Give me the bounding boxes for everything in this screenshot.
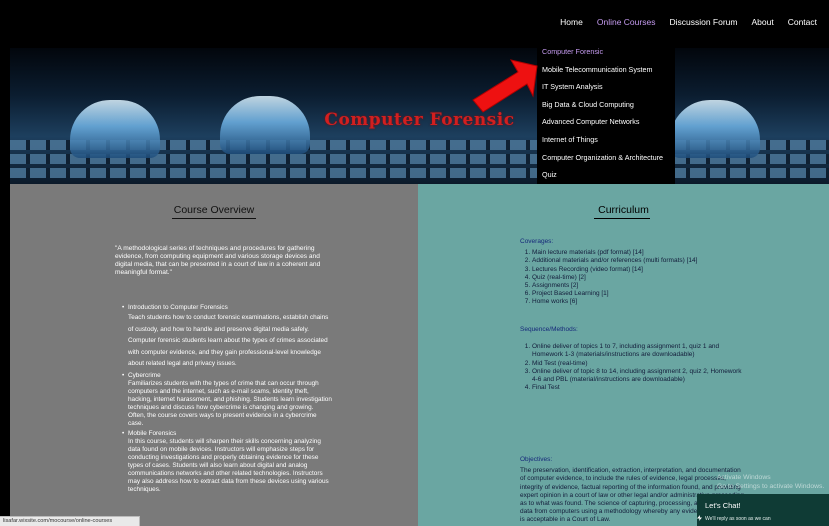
dropdown-item-mobile-telecom[interactable]: Mobile Telecommunication System xyxy=(537,61,675,79)
nav-about[interactable]: About xyxy=(751,17,773,27)
curriculum-heading: Curriculum xyxy=(598,204,649,216)
list-item: Lectures Recording (video format) [14] xyxy=(532,266,745,274)
banner-title: Computer Forensic xyxy=(324,110,515,130)
overview-list: Introduction to Computer Forensics Teach… xyxy=(122,304,332,496)
list-item-desc: Teach students how to conduct forensic e… xyxy=(128,314,329,368)
watermark-line: Activate Windows xyxy=(717,474,771,481)
lightning-icon xyxy=(697,515,702,521)
list-item: Main lecture materials (pdf format) [14] xyxy=(532,249,745,257)
sequence-list: Online deliver of topics 1 to 7, includi… xyxy=(520,343,745,392)
chat-widget[interactable]: Let's Chat! We'll reply as soon as we ca… xyxy=(697,494,829,526)
list-item: Home works [6] xyxy=(532,298,745,306)
objectives-label: Objectives: xyxy=(520,456,553,463)
coverages-label: Coverages: xyxy=(520,238,554,245)
course-overview-section: Course Overview "A methodological series… xyxy=(10,184,418,526)
list-item: Project Based Learning [1] xyxy=(532,290,745,298)
keyboard-row xyxy=(10,168,829,178)
list-item-desc: In this course, students will sharpen th… xyxy=(128,437,329,493)
courses-dropdown: Computer Forensic Mobile Telecommunicati… xyxy=(537,41,675,185)
list-item-title: Cybercrime xyxy=(128,371,161,379)
sequence-label: Sequence/Methods: xyxy=(520,326,578,333)
list-item: Assignments [2] xyxy=(532,282,745,290)
heading-underline xyxy=(172,218,256,219)
list-item: Quiz (real-time) [2] xyxy=(532,274,745,282)
dropdown-item-iot[interactable]: Internet of Things xyxy=(537,131,675,149)
dropdown-item-computer-forensic[interactable]: Computer Forensic xyxy=(537,43,675,61)
nav-home[interactable]: Home xyxy=(560,17,583,27)
chat-title: Let's Chat! xyxy=(705,501,741,510)
dropdown-item-quiz[interactable]: Quiz xyxy=(537,166,675,184)
overview-quote: "A methodological series of techniques a… xyxy=(115,245,321,276)
list-item: Cybercrime Familiarizes students with th… xyxy=(122,372,332,428)
dropdown-item-big-data[interactable]: Big Data & Cloud Computing xyxy=(537,96,675,114)
dropdown-item-computer-organization[interactable]: Computer Organization & Architecture xyxy=(537,149,675,167)
list-item: Final Test xyxy=(532,384,745,392)
coverages-block: Coverages: Main lecture materials (pdf f… xyxy=(520,238,745,307)
list-item-title: Mobile Forensics xyxy=(128,429,177,437)
header-bar: Home Online Courses Discussion Forum Abo… xyxy=(0,0,829,48)
list-item: Introduction to Computer Forensics Teach… xyxy=(122,304,332,370)
course-overview-heading: Course Overview xyxy=(173,204,255,216)
page: Home Online Courses Discussion Forum Abo… xyxy=(0,0,829,526)
nav-online-courses[interactable]: Online Courses xyxy=(597,17,656,27)
red-arrow-icon xyxy=(472,59,538,113)
status-bar-url: lisafar.wixsite.com/mocourse/online-cour… xyxy=(0,516,140,526)
list-item: Additional materials and/or references (… xyxy=(532,257,745,265)
activate-windows-watermark: Activate Windows Go to Settings to activ… xyxy=(717,474,824,491)
nav-discussion-forum[interactable]: Discussion Forum xyxy=(669,17,737,27)
watermark-line: Go to Settings to activate Windows. xyxy=(717,482,825,490)
dropdown-item-advanced-networks[interactable]: Advanced Computer Networks xyxy=(537,113,675,131)
list-item: Online deliver of topic 8 to 14, includi… xyxy=(532,368,745,384)
heading-underline xyxy=(594,218,650,219)
hero-banner: Computer Forensic xyxy=(10,48,829,184)
coverages-list: Main lecture materials (pdf format) [14]… xyxy=(520,249,745,306)
list-item-title: Introduction to Computer Forensics xyxy=(128,304,228,311)
list-item: Mobile Forensics In this course, student… xyxy=(122,430,332,494)
main-nav: Home Online Courses Discussion Forum Abo… xyxy=(560,17,817,27)
nav-contact[interactable]: Contact xyxy=(788,17,817,27)
list-item-desc: Familiarizes students with the types of … xyxy=(128,379,332,427)
chat-subtitle: We'll reply as soon as we can xyxy=(705,516,771,522)
list-item: Online deliver of topics 1 to 7, includi… xyxy=(532,343,745,359)
sequence-block: Sequence/Methods: Online deliver of topi… xyxy=(520,326,745,392)
dropdown-item-it-system-analysis[interactable]: IT System Analysis xyxy=(537,78,675,96)
list-item: Mid Test (real-time) xyxy=(532,360,745,368)
